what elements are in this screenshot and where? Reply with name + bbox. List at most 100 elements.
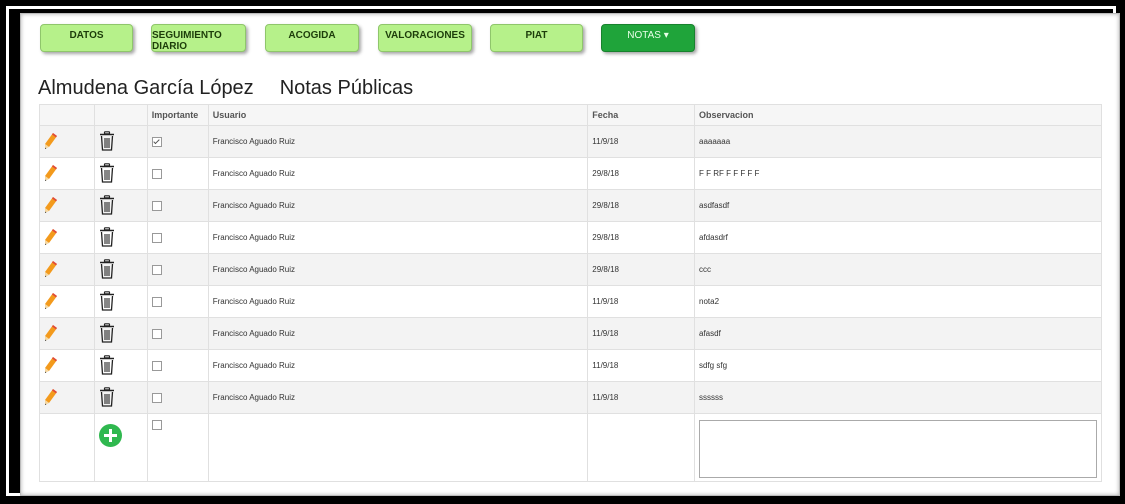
importante-checkbox[interactable] (151, 136, 162, 147)
delete-cell (93, 189, 148, 222)
new-importante-checkbox[interactable] (151, 420, 162, 430)
table-row: Francisco Aguado Ruiz 29/8/18 ccc (39, 253, 1102, 286)
importante-checkbox[interactable] (151, 232, 162, 243)
usuario-cell: Francisco Aguado Ruiz (207, 285, 589, 318)
trash-icon[interactable] (99, 163, 115, 183)
table-header-row: Importante Usuario Fecha Observacion (39, 104, 1102, 126)
tab-seguimiento-diario[interactable]: SEGUIMIENTO DIARIO (151, 24, 246, 52)
importante-cell (146, 285, 209, 318)
col-importante-header[interactable]: Importante (146, 104, 209, 126)
pencil-icon[interactable] (44, 324, 58, 342)
delete-cell (93, 221, 148, 254)
observacion-cell: ssssss (694, 381, 1102, 414)
importante-cell (146, 125, 209, 158)
importante-cell (146, 221, 209, 254)
pencil-icon[interactable] (44, 260, 58, 278)
importante-checkbox[interactable] (151, 264, 162, 275)
plus-circle-icon[interactable] (98, 424, 122, 447)
pencil-icon[interactable] (44, 164, 58, 182)
fecha-cell: 29/8/18 (587, 253, 695, 286)
edit-cell (39, 189, 95, 222)
usuario-cell: Francisco Aguado Ruiz (207, 253, 589, 286)
fecha-cell: 29/8/18 (587, 157, 695, 190)
observacion-cell: ccc (694, 253, 1102, 286)
edit-cell (39, 125, 95, 158)
table-row: Francisco Aguado Ruiz 29/8/18 asdfasdf (39, 189, 1102, 222)
usuario-cell: Francisco Aguado Ruiz (207, 349, 589, 382)
pencil-icon[interactable] (44, 292, 58, 310)
edit-cell (39, 253, 95, 286)
new-fecha-cell (587, 413, 695, 482)
delete-cell (93, 125, 148, 158)
table-row: Francisco Aguado Ruiz 11/9/18 ssssss (39, 381, 1102, 414)
col-observacion-header[interactable]: Observacion (694, 104, 1102, 126)
fecha-cell: 11/9/18 (587, 125, 695, 158)
delete-cell (93, 253, 148, 286)
observacion-textarea[interactable] (699, 420, 1097, 478)
add-cell (93, 413, 148, 482)
trash-icon[interactable] (99, 195, 115, 215)
trash-icon[interactable] (99, 131, 115, 151)
col-usuario-header[interactable]: Usuario (207, 104, 589, 126)
fecha-cell: 11/9/18 (587, 349, 695, 382)
trash-icon[interactable] (99, 355, 115, 375)
edit-cell (39, 221, 95, 254)
tab-datos[interactable]: DATOS (40, 24, 133, 52)
observacion-cell: asdfasdf (694, 189, 1102, 222)
trash-icon[interactable] (99, 259, 115, 279)
tab-piat[interactable]: PIAT (490, 24, 583, 52)
fecha-cell: 11/9/18 (587, 285, 695, 318)
importante-cell (146, 349, 209, 382)
new-importante-cell (146, 413, 209, 482)
fecha-cell: 29/8/18 (587, 189, 695, 222)
pencil-icon[interactable] (44, 356, 58, 374)
delete-cell (93, 317, 148, 350)
importante-checkbox[interactable] (151, 360, 162, 371)
trash-icon[interactable] (99, 291, 115, 311)
tab-valoraciones[interactable]: VALORACIONES (378, 24, 472, 52)
importante-cell (146, 381, 209, 414)
tab-notas[interactable]: NOTAS ▾ (601, 24, 695, 52)
usuario-cell: Francisco Aguado Ruiz (207, 189, 589, 222)
edit-cell (39, 157, 95, 190)
trash-icon[interactable] (99, 323, 115, 343)
table-row: Francisco Aguado Ruiz 11/9/18 nota2 (39, 285, 1102, 318)
col-delete-header (93, 104, 148, 126)
person-name: Almudena García López (38, 77, 254, 99)
delete-cell (93, 285, 148, 318)
importante-checkbox[interactable] (151, 392, 162, 403)
section-title: Notas Públicas (279, 77, 414, 99)
usuario-cell: Francisco Aguado Ruiz (207, 381, 589, 414)
observacion-cell: aaaaaaa (694, 125, 1102, 158)
pencil-icon[interactable] (44, 388, 58, 406)
empty-cell (39, 413, 95, 482)
notes-table: Importante Usuario Fecha Observacion Fra… (39, 104, 1102, 482)
col-edit-header (39, 104, 95, 126)
importante-cell (146, 253, 209, 286)
trash-icon[interactable] (99, 387, 115, 407)
table-row: Francisco Aguado Ruiz 29/8/18 afdasdrf (39, 221, 1102, 254)
pencil-icon[interactable] (44, 132, 58, 150)
importante-cell (146, 157, 209, 190)
col-fecha-header[interactable]: Fecha (587, 104, 695, 126)
fecha-cell: 11/9/18 (587, 317, 695, 350)
tab-acogida[interactable]: ACOGIDA (265, 24, 359, 52)
new-note-row (39, 413, 1102, 482)
table-row: Francisco Aguado Ruiz 29/8/18 F F RF F F… (39, 157, 1102, 190)
delete-cell (93, 381, 148, 414)
edit-cell (39, 381, 95, 414)
fecha-cell: 29/8/18 (587, 221, 695, 254)
importante-checkbox[interactable] (151, 296, 162, 307)
trash-icon[interactable] (99, 227, 115, 247)
importante-checkbox[interactable] (151, 200, 162, 211)
importante-checkbox[interactable] (151, 328, 162, 339)
usuario-cell: Francisco Aguado Ruiz (207, 317, 589, 350)
page-title: Almudena García López Notas Públicas (38, 77, 413, 100)
pencil-icon[interactable] (44, 196, 58, 214)
observacion-cell: F F RF F F F F F (694, 157, 1102, 190)
importante-checkbox[interactable] (151, 168, 162, 179)
pencil-icon[interactable] (44, 228, 58, 246)
usuario-cell: Francisco Aguado Ruiz (207, 125, 589, 158)
usuario-cell: Francisco Aguado Ruiz (207, 221, 589, 254)
fecha-cell: 11/9/18 (587, 381, 695, 414)
